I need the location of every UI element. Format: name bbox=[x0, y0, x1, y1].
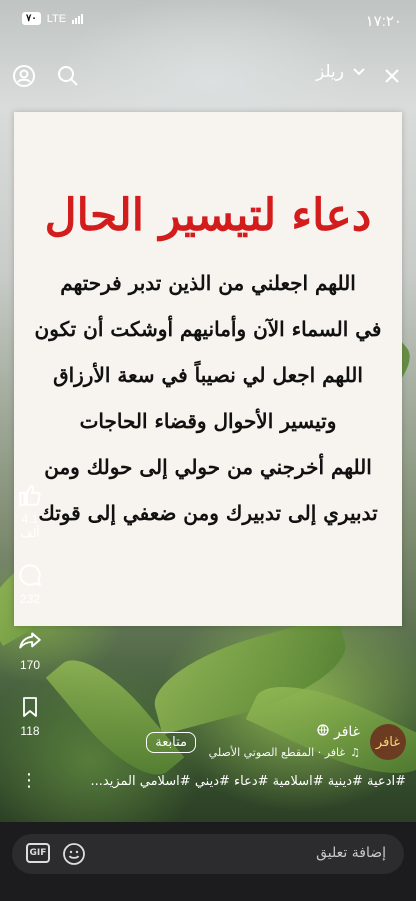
audio-label[interactable]: ♫ غافر · المقطع الصوتي الأصلي bbox=[209, 746, 360, 759]
profile-icon[interactable] bbox=[10, 62, 38, 90]
caption-tags[interactable]: #ادعية #دينية #اسلامية #دعاء #ديني #اسلا… bbox=[36, 774, 407, 789]
status-indicators: ٧٠ LTE bbox=[22, 12, 84, 25]
status-bar: ٧٠ LTE ١٧:٢٠ bbox=[0, 0, 416, 40]
like-button[interactable]: 4.1 ألف bbox=[12, 482, 48, 540]
battery-icon: ٧٠ bbox=[22, 12, 41, 25]
close-icon[interactable] bbox=[378, 62, 406, 90]
signal-icon bbox=[72, 13, 84, 24]
follow-button[interactable]: متابعة bbox=[146, 732, 196, 753]
emoji-icon[interactable] bbox=[62, 842, 86, 870]
comment-placeholder: إضافة تعليق bbox=[316, 845, 386, 861]
reels-screen: ٧٠ LTE ١٧:٢٠ ريلز دعاء لتيسير الحال الله… bbox=[0, 0, 416, 901]
dua-line: تدبيري إلى تدبيرك ومن ضعفي إلى قوتك bbox=[38, 501, 378, 525]
author-name-row[interactable]: غافر bbox=[317, 724, 360, 740]
status-time: ١٧:٢٠ bbox=[365, 13, 402, 30]
dua-line: اللهم اجعلني من الذين تدبر فرحتهم bbox=[60, 271, 356, 295]
actions-rail: 4.1 ألف 232 170 118 bbox=[12, 482, 48, 760]
audio-text: غافر · المقطع الصوتي الأصلي bbox=[208, 746, 346, 759]
top-nav: ريلز bbox=[0, 58, 416, 94]
chevron-down-icon bbox=[353, 68, 365, 76]
dua-card: دعاء لتيسير الحال اللهم اجعلني من الذين … bbox=[14, 112, 402, 626]
author-name: غافر bbox=[333, 724, 360, 740]
reels-title: ريلز bbox=[316, 62, 344, 82]
comment-icon bbox=[19, 564, 42, 587]
like-count: 4.1 ألف bbox=[20, 512, 40, 540]
dua-line: وتيسير الأحوال وقضاء الحاجات bbox=[79, 409, 337, 433]
reels-title-dropdown[interactable]: ريلز bbox=[316, 62, 366, 82]
bookmark-icon bbox=[23, 697, 37, 717]
comment-count: 232 bbox=[19, 592, 41, 606]
comment-input[interactable]: إضافة تعليق GIF bbox=[12, 834, 404, 874]
avatar[interactable]: غافر bbox=[370, 724, 406, 760]
dua-line: في السماء الآن وأمانيهم أوشكت أن تكون bbox=[34, 317, 382, 341]
dua-text: اللهم اجعلني من الذين تدبر فرحتهم في الس… bbox=[24, 260, 392, 536]
dua-title: دعاء لتيسير الحال bbox=[44, 190, 372, 241]
search-icon[interactable] bbox=[54, 62, 82, 90]
author-row: غافر غافر ♫ غافر · المقطع الصوتي الأصلي … bbox=[10, 724, 406, 768]
network-label: LTE bbox=[46, 12, 67, 25]
bottom-bar: إضافة تعليق GIF bbox=[0, 822, 416, 901]
gif-icon[interactable]: GIF bbox=[26, 843, 50, 863]
share-icon bbox=[19, 632, 41, 649]
comment-button[interactable]: 232 bbox=[12, 562, 48, 606]
share-count: 170 bbox=[19, 658, 41, 672]
music-note-icon: ♫ bbox=[350, 746, 360, 759]
dua-line: اللهم اجعل لي نصيباً في سعة الأرزاق bbox=[53, 363, 363, 387]
dua-line: اللهم أخرجني من حولي إلى حولك ومن bbox=[44, 455, 372, 479]
thumbs-up-icon bbox=[19, 485, 41, 506]
globe-icon bbox=[317, 724, 329, 740]
share-button[interactable]: 170 bbox=[12, 628, 48, 672]
more-options-icon[interactable]: ⋮ bbox=[20, 770, 38, 791]
